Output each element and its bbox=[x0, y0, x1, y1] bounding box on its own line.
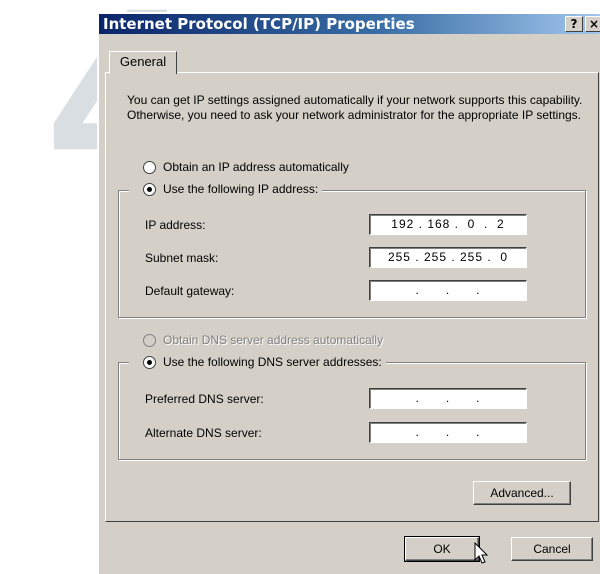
use-following-dns-option[interactable]: Use the following DNS server addresses: bbox=[129, 355, 386, 369]
subnet-mask-input[interactable]: 255 . 255 . 255 . 0 bbox=[369, 247, 527, 268]
preferred-dns-label: Preferred DNS server: bbox=[145, 392, 264, 406]
cancel-button[interactable]: Cancel bbox=[511, 537, 593, 561]
use-following-dns-label: Use the following DNS server addresses: bbox=[163, 355, 382, 369]
title-bar[interactable]: Internet Protocol (TCP/IP) Properties ? … bbox=[99, 14, 600, 34]
obtain-ip-auto-label: Obtain an IP address automatically bbox=[163, 160, 349, 174]
help-button[interactable]: ? bbox=[565, 16, 583, 32]
ip-address-label: IP address: bbox=[145, 218, 206, 232]
ip-address-input[interactable]: 192 . 168 . 0 . 2 bbox=[369, 214, 527, 235]
obtain-dns-auto-radio[interactable] bbox=[143, 333, 156, 347]
ok-button[interactable]: OK bbox=[404, 536, 480, 562]
dns-server-group bbox=[118, 362, 586, 460]
alternate-dns-input[interactable]: . . . bbox=[369, 422, 527, 443]
default-gateway-label: Default gateway: bbox=[145, 284, 235, 298]
default-gateway-input[interactable]: . . . bbox=[369, 280, 527, 301]
use-following-ip-label: Use the following IP address: bbox=[163, 182, 319, 196]
use-following-dns-radio[interactable] bbox=[143, 355, 156, 369]
obtain-dns-auto-label: Obtain DNS server address automatically bbox=[163, 333, 384, 347]
alternate-dns-label: Alternate DNS server: bbox=[145, 426, 262, 440]
preferred-dns-input[interactable]: . . . bbox=[369, 388, 527, 409]
obtain-ip-auto-radio[interactable] bbox=[143, 160, 156, 174]
window-title: Internet Protocol (TCP/IP) Properties bbox=[103, 15, 415, 33]
tcpip-properties-dialog: Internet Protocol (TCP/IP) Properties ? … bbox=[97, 12, 600, 574]
obtain-ip-auto-option[interactable]: Obtain an IP address automatically bbox=[143, 160, 353, 174]
close-button[interactable]: × bbox=[585, 16, 600, 32]
advanced-button[interactable]: Advanced... bbox=[473, 481, 571, 505]
intro-text: You can get IP settings assigned automat… bbox=[127, 93, 583, 122]
subnet-mask-label: Subnet mask: bbox=[145, 251, 219, 265]
tab-general[interactable]: General bbox=[109, 51, 177, 74]
use-following-ip-option[interactable]: Use the following IP address: bbox=[129, 182, 323, 196]
obtain-dns-auto-option[interactable]: Obtain DNS server address automatically bbox=[143, 333, 388, 347]
mouse-pointer-icon bbox=[474, 542, 489, 564]
use-following-ip-radio[interactable] bbox=[143, 182, 156, 196]
